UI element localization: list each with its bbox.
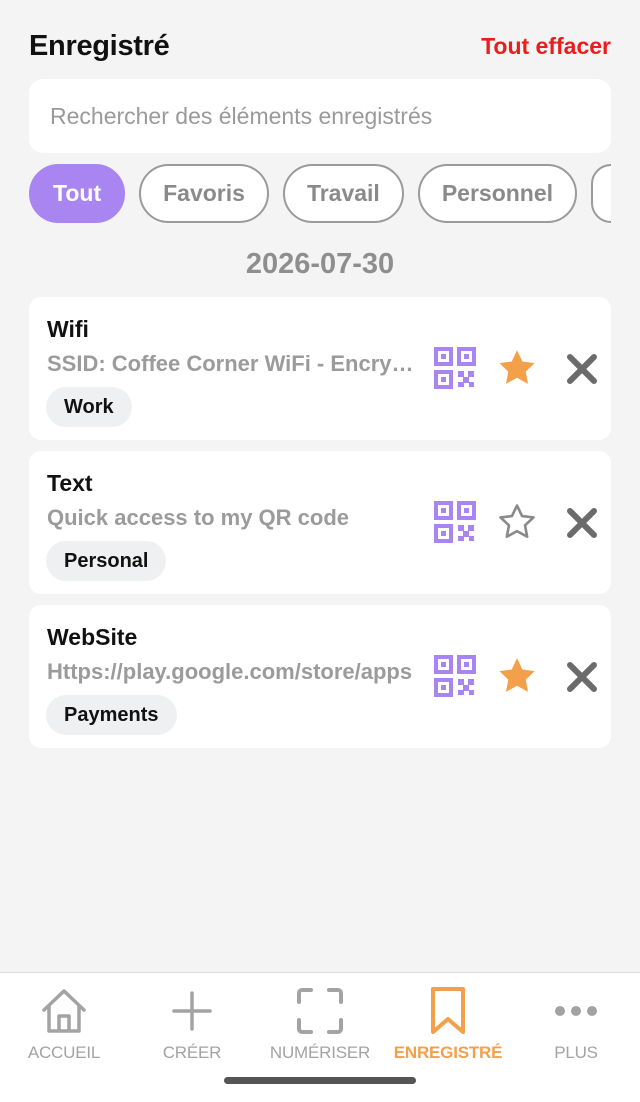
- nav-item-creer[interactable]: CRÉER: [128, 985, 256, 1063]
- item-title: Text: [47, 470, 93, 496]
- page-title: Enregistré: [29, 29, 170, 62]
- qr-code-icon[interactable]: [433, 500, 477, 544]
- nav-item-plus[interactable]: PLUS: [512, 985, 640, 1063]
- close-icon[interactable]: [560, 655, 604, 699]
- nav-item-enregistre[interactable]: ENREGISTRÉ: [384, 985, 512, 1063]
- qr-code-icon[interactable]: [433, 654, 477, 698]
- qr-code-icon[interactable]: [433, 346, 477, 390]
- home-indicator: [224, 1077, 416, 1084]
- home-icon: [0, 985, 128, 1037]
- nav-item-accueil[interactable]: ACCUEIL: [0, 985, 128, 1063]
- filter-chip-more[interactable]: [591, 164, 611, 223]
- more-icon: [512, 985, 640, 1037]
- close-icon[interactable]: [560, 501, 604, 545]
- plus-icon: [128, 985, 256, 1037]
- nav-label: PLUS: [554, 1043, 598, 1062]
- item-subtitle: Https://play.google.com/store/apps: [47, 659, 413, 684]
- filter-chip-favoris[interactable]: Favoris: [139, 164, 269, 223]
- item-subtitle: Quick access to my QR code: [47, 505, 350, 530]
- item-tag: Payments: [46, 695, 177, 735]
- nav-label: NUMÉRISER: [269, 1043, 371, 1062]
- nav-item-numeriser[interactable]: NUMÉRISER: [256, 985, 384, 1063]
- filter-chip-travail[interactable]: Travail: [282, 164, 404, 223]
- star-filled-icon[interactable]: [495, 346, 539, 390]
- saved-item-card[interactable]: Text Quick access to my QR code Personal: [29, 451, 611, 594]
- filter-chip-tout[interactable]: Tout: [29, 164, 126, 223]
- item-title: Wifi: [47, 316, 89, 342]
- scan-icon: [256, 985, 384, 1037]
- close-icon[interactable]: [560, 347, 604, 391]
- bookmark-icon: [384, 985, 512, 1037]
- item-tag: Personal: [46, 541, 167, 581]
- search-input[interactable]: [29, 79, 611, 153]
- filter-chip-personnel[interactable]: Personnel: [417, 164, 578, 223]
- nav-label: CRÉER: [162, 1043, 222, 1062]
- section-date: 2026-07-30: [245, 248, 395, 280]
- saved-item-card[interactable]: WebSite Https://play.google.com/store/ap…: [29, 605, 611, 748]
- clear-all-button[interactable]: Tout effacer: [481, 33, 611, 60]
- star-filled-icon[interactable]: [495, 654, 539, 698]
- star-outline-icon[interactable]: [495, 500, 539, 544]
- saved-item-card[interactable]: Wifi SSID: Coffee Corner WiFi - Encrypti…: [29, 297, 611, 440]
- nav-label: ENREGISTRÉ: [393, 1043, 503, 1062]
- item-tag: Work: [46, 387, 132, 427]
- item-title: WebSite: [47, 624, 138, 650]
- filter-chips: Tout Favoris Travail Personnel: [29, 164, 611, 223]
- item-subtitle: SSID: Coffee Corner WiFi - Encryption: W…: [47, 351, 417, 376]
- header: Enregistré Tout effacer: [29, 26, 611, 66]
- nav-label: ACCUEIL: [27, 1043, 101, 1062]
